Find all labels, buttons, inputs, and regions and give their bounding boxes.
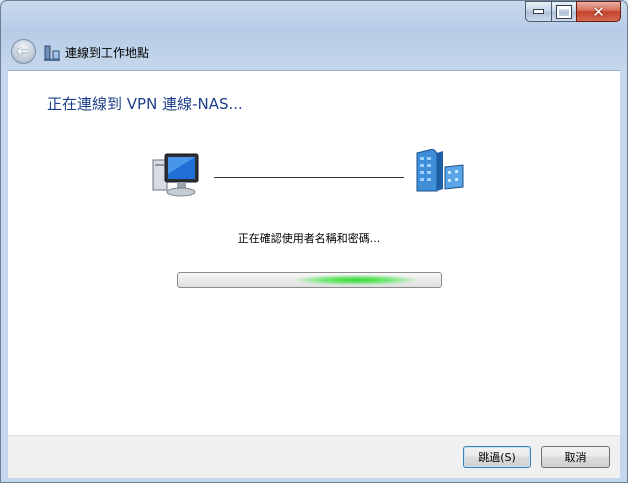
page-heading: 正在連線到 VPN 連線-NAS... bbox=[47, 95, 243, 113]
minimize-icon bbox=[533, 9, 544, 14]
computer-icon bbox=[152, 153, 199, 197]
skip-button[interactable]: 跳過(S) bbox=[463, 446, 531, 468]
progress-indicator bbox=[296, 275, 416, 285]
minimize-button[interactable] bbox=[525, 1, 551, 22]
window-title: 連線到工作地點 bbox=[65, 46, 150, 60]
network-connection-icon bbox=[44, 45, 60, 61]
title-bar: ✕ bbox=[1, 1, 627, 33]
close-button[interactable]: ✕ bbox=[576, 1, 621, 22]
navigation-bar: ← 連線到工作地點 bbox=[1, 35, 627, 69]
vpn-connect-window: ✕ ← 連線到工作地點 正在連線到 VPN 連線-NAS... 正在確認使用者名… bbox=[0, 0, 628, 483]
maximize-icon bbox=[556, 4, 572, 19]
server-icon bbox=[416, 149, 464, 192]
maximize-button[interactable] bbox=[551, 1, 576, 22]
back-arrow-icon: ← bbox=[17, 41, 30, 60]
caption-buttons: ✕ bbox=[525, 1, 621, 22]
status-text: 正在確認使用者名稱和密碼... bbox=[237, 232, 381, 245]
progress-bar bbox=[177, 272, 442, 288]
back-button[interactable]: ← bbox=[11, 39, 36, 64]
connection-line bbox=[214, 177, 404, 178]
content-area: 正在連線到 VPN 連線-NAS... 正在確認使用者名稱和密碼... bbox=[8, 70, 620, 436]
close-icon: ✕ bbox=[592, 2, 605, 21]
button-bar: 跳過(S) 取消 bbox=[8, 435, 620, 478]
cancel-button[interactable]: 取消 bbox=[541, 446, 610, 468]
